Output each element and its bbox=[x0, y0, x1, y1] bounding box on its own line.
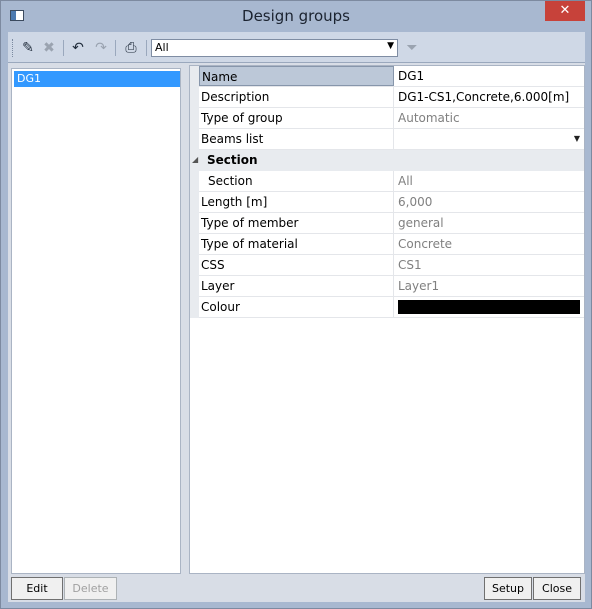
toolbar-separator bbox=[146, 40, 147, 56]
title-bar[interactable]: Design groups ✕ bbox=[1, 1, 591, 32]
chevron-down-icon[interactable]: ▼ bbox=[574, 129, 580, 149]
property-row-section[interactable]: Section All bbox=[199, 171, 584, 192]
type-of-group-value: Automatic bbox=[398, 111, 460, 125]
redo-icon[interactable]: ↷ bbox=[91, 38, 111, 58]
close-icon: ✕ bbox=[559, 3, 571, 18]
filter-select[interactable]: All ▼ bbox=[151, 39, 398, 57]
category-section[interactable]: ◢ Section bbox=[190, 150, 584, 171]
category-label: Section bbox=[207, 153, 258, 167]
client-area: ✎ ✖ ↶ ↷ ⎙ All ▼ ⏷ DG1 Name DG1 Descripti… bbox=[8, 32, 585, 602]
close-button[interactable]: Close bbox=[533, 577, 581, 600]
delete-icon[interactable]: ✖ bbox=[39, 38, 59, 58]
edit-icon[interactable]: ✎ bbox=[18, 38, 38, 58]
property-label: Length [m] bbox=[199, 192, 394, 212]
filter-select-value: All bbox=[155, 41, 169, 54]
property-row-colour[interactable]: Colour bbox=[199, 297, 584, 318]
type-of-member-value: general bbox=[398, 216, 444, 230]
window-close-button[interactable]: ✕ bbox=[545, 1, 585, 21]
property-row-type-of-group[interactable]: Type of group Automatic bbox=[199, 108, 584, 129]
window-title: Design groups bbox=[242, 7, 350, 25]
undo-icon[interactable]: ↶ bbox=[68, 38, 88, 58]
property-grid-gutter bbox=[190, 66, 199, 318]
toolbar-grip[interactable] bbox=[12, 39, 15, 57]
property-label: Beams list bbox=[199, 129, 394, 149]
type-of-material-value: Concrete bbox=[398, 237, 453, 251]
property-row-layer[interactable]: Layer Layer1 bbox=[199, 276, 584, 297]
property-label: Type of material bbox=[199, 234, 394, 254]
property-label: Description bbox=[199, 87, 394, 107]
delete-button[interactable]: Delete bbox=[64, 577, 117, 600]
property-row-beams-list[interactable]: Beams list ▼ bbox=[199, 129, 584, 150]
property-grid: Name DG1 Description DG1-CS1,Concrete,6.… bbox=[189, 65, 585, 574]
property-row-description[interactable]: Description DG1-CS1,Concrete,6.000[m] bbox=[199, 87, 584, 108]
setup-button[interactable]: Setup bbox=[484, 577, 532, 600]
toolbar-separator bbox=[63, 40, 64, 56]
toolbar-separator bbox=[115, 40, 116, 56]
print-icon[interactable]: ⎙ bbox=[121, 38, 141, 58]
property-label: Type of group bbox=[199, 108, 394, 128]
property-row-name[interactable]: Name DG1 bbox=[199, 66, 584, 87]
list-item[interactable]: DG1 bbox=[14, 71, 180, 87]
edit-button[interactable]: Edit bbox=[11, 577, 63, 600]
css-value: CS1 bbox=[398, 258, 422, 272]
property-label: Layer bbox=[199, 276, 394, 296]
property-row-type-of-material[interactable]: Type of material Concrete bbox=[199, 234, 584, 255]
name-field[interactable]: DG1 bbox=[395, 66, 583, 86]
property-label: Name bbox=[199, 66, 394, 86]
collapse-icon[interactable]: ◢ bbox=[192, 155, 198, 164]
property-label: Type of member bbox=[199, 213, 394, 233]
filter-icon[interactable]: ⏷ bbox=[404, 38, 420, 58]
property-row-length[interactable]: Length [m] 6,000 bbox=[199, 192, 584, 213]
colour-swatch[interactable] bbox=[398, 300, 580, 314]
section-value: All bbox=[398, 174, 413, 188]
toolbar: ✎ ✖ ↶ ↷ ⎙ All ▼ ⏷ bbox=[8, 32, 585, 63]
colour-field[interactable] bbox=[395, 297, 583, 317]
description-field[interactable]: DG1-CS1,Concrete,6.000[m] bbox=[395, 87, 583, 107]
property-label: Section bbox=[199, 171, 394, 191]
property-row-css[interactable]: CSS CS1 bbox=[199, 255, 584, 276]
property-row-type-of-member[interactable]: Type of member general bbox=[199, 213, 584, 234]
length-value: 6,000 bbox=[398, 195, 433, 209]
property-label: CSS bbox=[199, 255, 394, 275]
chevron-down-icon: ▼ bbox=[387, 41, 394, 51]
design-groups-window: Design groups ✕ ✎ ✖ ↶ ↷ ⎙ All ▼ ⏷ DG1 Na… bbox=[0, 0, 592, 609]
layer-value: Layer1 bbox=[398, 279, 440, 293]
property-label: Colour bbox=[199, 297, 394, 317]
design-group-list[interactable]: DG1 bbox=[11, 68, 181, 574]
beams-list-select[interactable]: ▼ bbox=[395, 129, 583, 149]
